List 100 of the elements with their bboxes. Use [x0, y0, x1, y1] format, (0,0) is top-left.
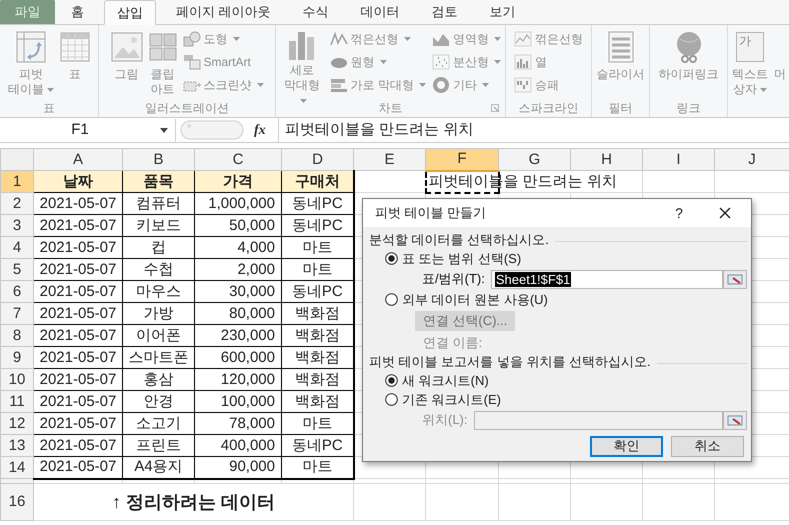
- row-header[interactable]: 12: [0, 412, 34, 434]
- dropdown-caret-icon: [160, 128, 168, 132]
- column-header[interactable]: C: [194, 148, 282, 170]
- range-field[interactable]: Sheet1!$F$1: [490, 270, 723, 288]
- row-header[interactable]: 10: [0, 368, 34, 390]
- table-cell: 가방: [122, 302, 194, 324]
- table-cell: 가격: [194, 170, 282, 192]
- table-cell: 1,000,000: [194, 192, 282, 214]
- connection-name-label: 연결 이름:: [423, 334, 482, 352]
- row-header[interactable]: 14: [0, 456, 34, 478]
- row-header[interactable]: 4: [0, 236, 34, 258]
- table-cell: 마트: [282, 236, 354, 258]
- table-cell: 컵: [122, 236, 194, 258]
- row-header[interactable]: 11: [0, 390, 34, 412]
- table-cell: 600,000: [194, 346, 282, 368]
- row-header[interactable]: 16: [0, 484, 34, 520]
- slicer-icon: [608, 31, 634, 63]
- column-header[interactable]: J: [714, 148, 789, 170]
- column-header[interactable]: D: [282, 148, 354, 170]
- table-cell: 소고기: [122, 412, 194, 434]
- formula-text[interactable]: 피벗테이블을 만드려는 위치: [285, 118, 474, 142]
- close-icon[interactable]: [719, 207, 731, 219]
- column-header[interactable]: A: [34, 148, 122, 170]
- table-cell: 백화점: [282, 302, 354, 324]
- row-header[interactable]: 6: [0, 280, 34, 302]
- table-cell: 2021-05-07: [34, 302, 122, 324]
- table-cell: 230,000: [194, 324, 282, 346]
- row-header[interactable]: 5: [0, 258, 34, 280]
- table-cell: 백화점: [282, 368, 354, 390]
- name-box[interactable]: F1: [0, 118, 176, 142]
- row-header[interactable]: 7: [0, 302, 34, 324]
- table-cell: 78,000: [194, 412, 282, 434]
- horizontal-bar-icon: [330, 76, 348, 92]
- radio-label[interactable]: 새 워크시트(N): [402, 370, 489, 390]
- range-field[interactable]: [474, 410, 723, 430]
- table-cell: 품목: [122, 170, 194, 192]
- picture-icon: [110, 32, 142, 62]
- table-cell: 2021-05-07: [34, 346, 122, 368]
- range-picker-icon[interactable]: [723, 410, 747, 430]
- table-cell: 마트: [282, 456, 354, 478]
- table-cell: 백화점: [282, 390, 354, 412]
- table-cell: 안경: [122, 390, 194, 412]
- donut-chart-icon: [432, 76, 450, 92]
- table-cell: 키보드: [122, 214, 194, 236]
- win-loss-icon: [514, 76, 532, 92]
- table-cell: 동네PC: [282, 214, 354, 236]
- range-picker-icon[interactable]: [723, 270, 747, 288]
- table-cell: 90,000: [194, 456, 282, 478]
- row-header[interactable]: 2: [0, 192, 34, 214]
- row-header[interactable]: 1: [0, 170, 34, 192]
- icon-letter: 가: [739, 34, 751, 49]
- table-cell: 컴퓨터: [122, 192, 194, 214]
- table-cell: 수첩: [122, 258, 194, 280]
- table-cell: 400,000: [194, 434, 282, 456]
- table-cell: 50,000: [194, 214, 282, 236]
- field-label: 위치(L):: [422, 411, 468, 430]
- table-cell: 2021-05-07: [34, 236, 122, 258]
- shapes-icon: [182, 30, 200, 46]
- row-header[interactable]: 9: [0, 346, 34, 368]
- table-cell: 마우스: [122, 280, 194, 302]
- column-header[interactable]: I: [642, 148, 714, 170]
- group-label: 일러스트레이션: [145, 100, 229, 117]
- column-header[interactable]: F: [426, 148, 498, 170]
- table-cell: 동네PC: [282, 434, 354, 456]
- radio-label[interactable]: 기존 워크시트(E): [402, 390, 501, 410]
- row-header[interactable]: 13: [0, 434, 34, 456]
- table-cell: 4,000: [194, 236, 282, 258]
- dialog-title: 피벗 테이블 만들기: [375, 204, 488, 222]
- column-header[interactable]: G: [498, 148, 570, 170]
- dialog-button[interactable]: 확인: [590, 436, 663, 456]
- column-header[interactable]: B: [122, 148, 194, 170]
- radio-label[interactable]: 표 또는 범위 선택(S): [402, 248, 522, 268]
- radio-label[interactable]: 외부 데이터 원본 사용(U): [402, 290, 548, 310]
- group-label: 차트: [378, 100, 402, 117]
- table-cell: 2,000: [194, 258, 282, 280]
- table-cell: 2021-05-07: [34, 214, 122, 236]
- radio-button[interactable]: [385, 293, 398, 306]
- column-header[interactable]: H: [570, 148, 642, 170]
- radio-button[interactable]: [385, 393, 398, 406]
- splitter-handle-icon[interactable]: [180, 120, 244, 140]
- table-cell: A4용지: [122, 456, 194, 478]
- table-cell: 동네PC: [282, 280, 354, 302]
- radio-button[interactable]: [385, 252, 398, 265]
- row-header[interactable]: 8: [0, 324, 34, 346]
- field-label: 표/범위(T):: [422, 270, 485, 288]
- table-cell: 2021-05-07: [34, 258, 122, 280]
- insert-function-button[interactable]: fx: [254, 120, 274, 140]
- section-heading: 분석할 데이터를 선택하십시오.: [369, 231, 549, 250]
- row-header[interactable]: 3: [0, 214, 34, 236]
- column-header[interactable]: E: [354, 148, 426, 170]
- table-cell: 80,000: [194, 302, 282, 324]
- dialog-button[interactable]: 취소: [671, 436, 744, 456]
- table-cell: 100,000: [194, 390, 282, 412]
- table-icon: [60, 32, 90, 62]
- table-cell: 프린트: [122, 434, 194, 456]
- help-button[interactable]: ?: [659, 202, 699, 224]
- radio-button[interactable]: [385, 374, 398, 387]
- table-cell: 이어폰: [122, 324, 194, 346]
- column-sparkline-icon: [514, 54, 532, 70]
- cell-text: 피벗테이블을 만드려는 위치: [428, 172, 617, 190]
